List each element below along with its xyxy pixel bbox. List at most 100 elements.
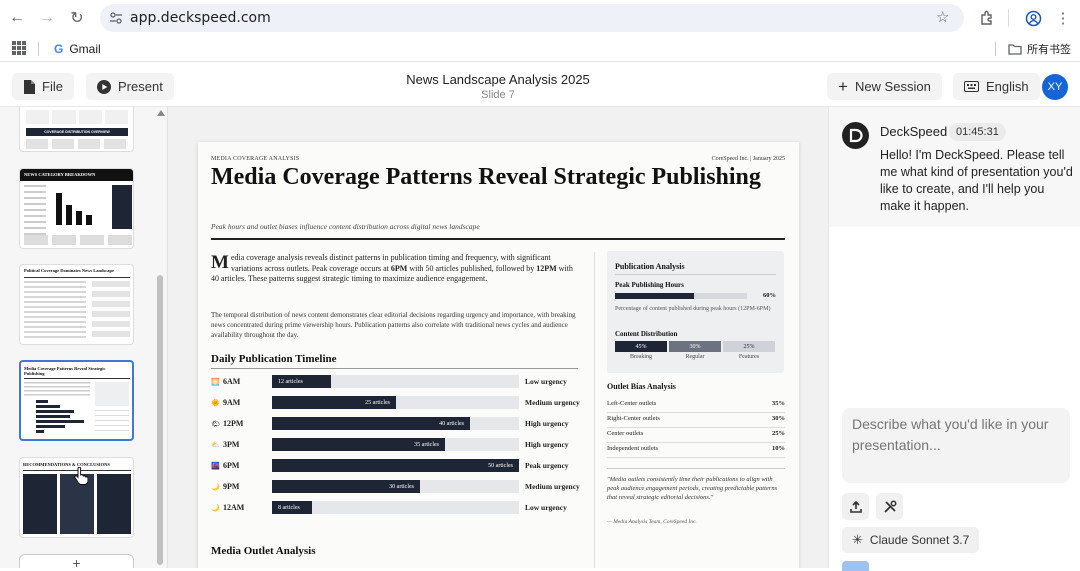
crescent-icon: 🌙	[211, 504, 220, 512]
present-button[interactable]: Present	[86, 73, 174, 100]
model-sparkle-icon: ✳	[852, 532, 863, 547]
file-button-label: File	[42, 79, 63, 94]
thumb-timeline-bars	[24, 400, 90, 436]
thumb-caption: Political Coverage Dominates News Landsc…	[24, 268, 114, 273]
site-settings-icon[interactable]	[108, 10, 124, 26]
timeline-bar-track: 35 articles	[272, 438, 519, 451]
new-session-button[interactable]: + New Session	[827, 73, 942, 100]
reload-icon[interactable]: ↻	[67, 8, 87, 28]
new-session-label: New Session	[854, 79, 931, 94]
upload-button[interactable]	[842, 493, 869, 520]
distribution-label: Regular	[685, 354, 705, 360]
message-timestamp: 01:45:31	[949, 123, 1006, 141]
profile-icon[interactable]	[1023, 8, 1043, 28]
timeline-bar-track: 50 articles	[272, 459, 519, 472]
slide-body-paragraph: The temporal distribution of news conten…	[211, 311, 576, 339]
chat-input[interactable]	[842, 408, 1070, 483]
thumb-text-lines	[24, 382, 90, 396]
timeline-row: 🌅 6AM 12 articles Low urgency	[211, 375, 591, 395]
forward-icon[interactable]: →	[37, 8, 57, 28]
bookmark-all-folder[interactable]: 所有书签	[1008, 41, 1071, 57]
timeline-row: 🌆 6PM 50 articles Peak urgency	[211, 459, 591, 479]
moon-icon: 🌙	[211, 483, 220, 491]
timeline-row: 🌞 9AM 25 articles Medium urgency	[211, 396, 591, 416]
plus-icon: +	[838, 77, 848, 96]
slide-corp-date: CoreSpeed Inc. | January 2025	[711, 156, 785, 162]
bot-name: DeckSpeed	[880, 124, 948, 139]
tools-button[interactable]	[876, 493, 903, 520]
timeline-time: 9PM	[223, 482, 240, 491]
file-button[interactable]: File	[12, 73, 74, 100]
thumb-caption: COVERAGE DISTRIBUTION OVERVIEW	[26, 128, 128, 136]
bookmarks-divider	[38, 42, 39, 56]
thumb-stat-boxes	[26, 110, 128, 124]
thumb-side-panel	[95, 382, 129, 406]
slide-title: Media Coverage Patterns Reveal Strategic…	[211, 164, 761, 190]
extensions-icon[interactable]	[977, 8, 997, 28]
analysis-quote: "Media outlets consistently time their p…	[607, 476, 778, 501]
thumb-side-panel	[92, 281, 130, 339]
peak-hours-note: Percentage of content published during p…	[615, 306, 771, 312]
thumb-caption: NEWS CATEGORY BREAKDOWN	[20, 169, 133, 181]
scroll-up-arrow[interactable]	[157, 110, 165, 116]
timeline-urgency: Medium urgency	[525, 398, 580, 407]
tools-icon	[883, 500, 896, 513]
bias-row-label: Left-Center outlets	[607, 400, 657, 407]
slide-thumbnail[interactable]: Political Coverage Dominates News Landsc…	[19, 264, 134, 345]
thumb-bar-chart	[50, 185, 108, 225]
slide-thumbnail[interactable]: NEWS CATEGORY BREAKDOWN	[19, 168, 134, 249]
timeline-bar-track: 12 articles	[272, 375, 519, 388]
timeline-heading: Daily Publication Timeline	[211, 353, 337, 365]
bookmark-gmail[interactable]: G Gmail	[54, 42, 101, 56]
thumb-stats-row	[26, 139, 128, 149]
timeline-heading-rule	[211, 368, 578, 369]
slide-kicker: MEDIA COVERAGE ANALYSIS	[211, 156, 300, 162]
thumb-footer-row	[24, 235, 132, 245]
back-icon[interactable]: ←	[7, 8, 27, 28]
timeline-bar: 12 articles	[272, 375, 331, 388]
peak-hours-fill	[615, 293, 694, 299]
drop-cap: M	[211, 252, 229, 273]
sidebar-scrollbar[interactable]	[157, 275, 163, 565]
slide[interactable]: MEDIA COVERAGE ANALYSIS CoreSpeed Inc. |…	[198, 142, 799, 568]
timeline-time: 3PM	[223, 440, 240, 449]
slide-thumbnail-active[interactable]: Media Coverage Patterns Reveal Strategic…	[19, 360, 134, 441]
bias-row: Left-Center outlets 35%	[607, 398, 785, 413]
thumb-bias-rows	[95, 410, 129, 434]
apps-grid-icon[interactable]	[12, 41, 26, 55]
toolbar-divider	[1008, 9, 1009, 27]
send-button[interactable]	[842, 561, 869, 571]
bias-row-value: 10%	[772, 445, 785, 452]
publication-analysis-panel: Publication Analysis Peak Publishing Hou…	[607, 251, 784, 373]
language-button[interactable]: English	[953, 73, 1040, 100]
slide-title-rule	[211, 238, 785, 240]
noon-icon: 🌤	[211, 420, 220, 428]
keyboard-icon	[964, 81, 979, 92]
timeline-bar-track: 8 articles	[272, 501, 519, 514]
add-slide-button[interactable]: +	[19, 554, 134, 568]
thumb-rule	[24, 378, 130, 379]
timeline-row: ⛅ 3PM 35 articles High urgency	[211, 438, 591, 458]
peak-hours-track	[615, 293, 747, 299]
peak-hours-heading: Peak Publishing Hours	[615, 281, 684, 289]
bookmark-star-icon[interactable]: ☆	[936, 8, 949, 26]
address-bar[interactable]: app.deckspeed.com	[100, 4, 964, 32]
url-text[interactable]: app.deckspeed.com	[130, 10, 271, 26]
timeline-bar: 50 articles	[272, 459, 519, 472]
distribution-label: Breaking	[630, 354, 652, 360]
thumb-column-1	[23, 474, 57, 534]
distribution-label: Features	[738, 354, 760, 360]
thumb-column-3	[97, 474, 131, 534]
bias-row-label: Right-Center outlets	[607, 415, 660, 422]
model-label: Claude Sonnet 3.7	[869, 533, 970, 547]
bot-message-text: Hello! I'm DeckSpeed. Please tell me wha…	[880, 148, 1073, 213]
quote-rule	[607, 468, 785, 469]
user-avatar[interactable]: XY	[1042, 74, 1068, 100]
bias-row-value: 35%	[772, 400, 785, 407]
thumb-text-lines	[24, 185, 46, 235]
model-selector[interactable]: ✳ Claude Sonnet 3.7	[842, 527, 980, 553]
menu-kebab-icon[interactable]: ⋮	[1053, 8, 1073, 28]
thumb-rule	[24, 277, 130, 278]
slide-thumbnail[interactable]: COVERAGE DISTRIBUTION OVERVIEW	[19, 107, 134, 152]
distribution-segment: 25%	[723, 341, 775, 352]
